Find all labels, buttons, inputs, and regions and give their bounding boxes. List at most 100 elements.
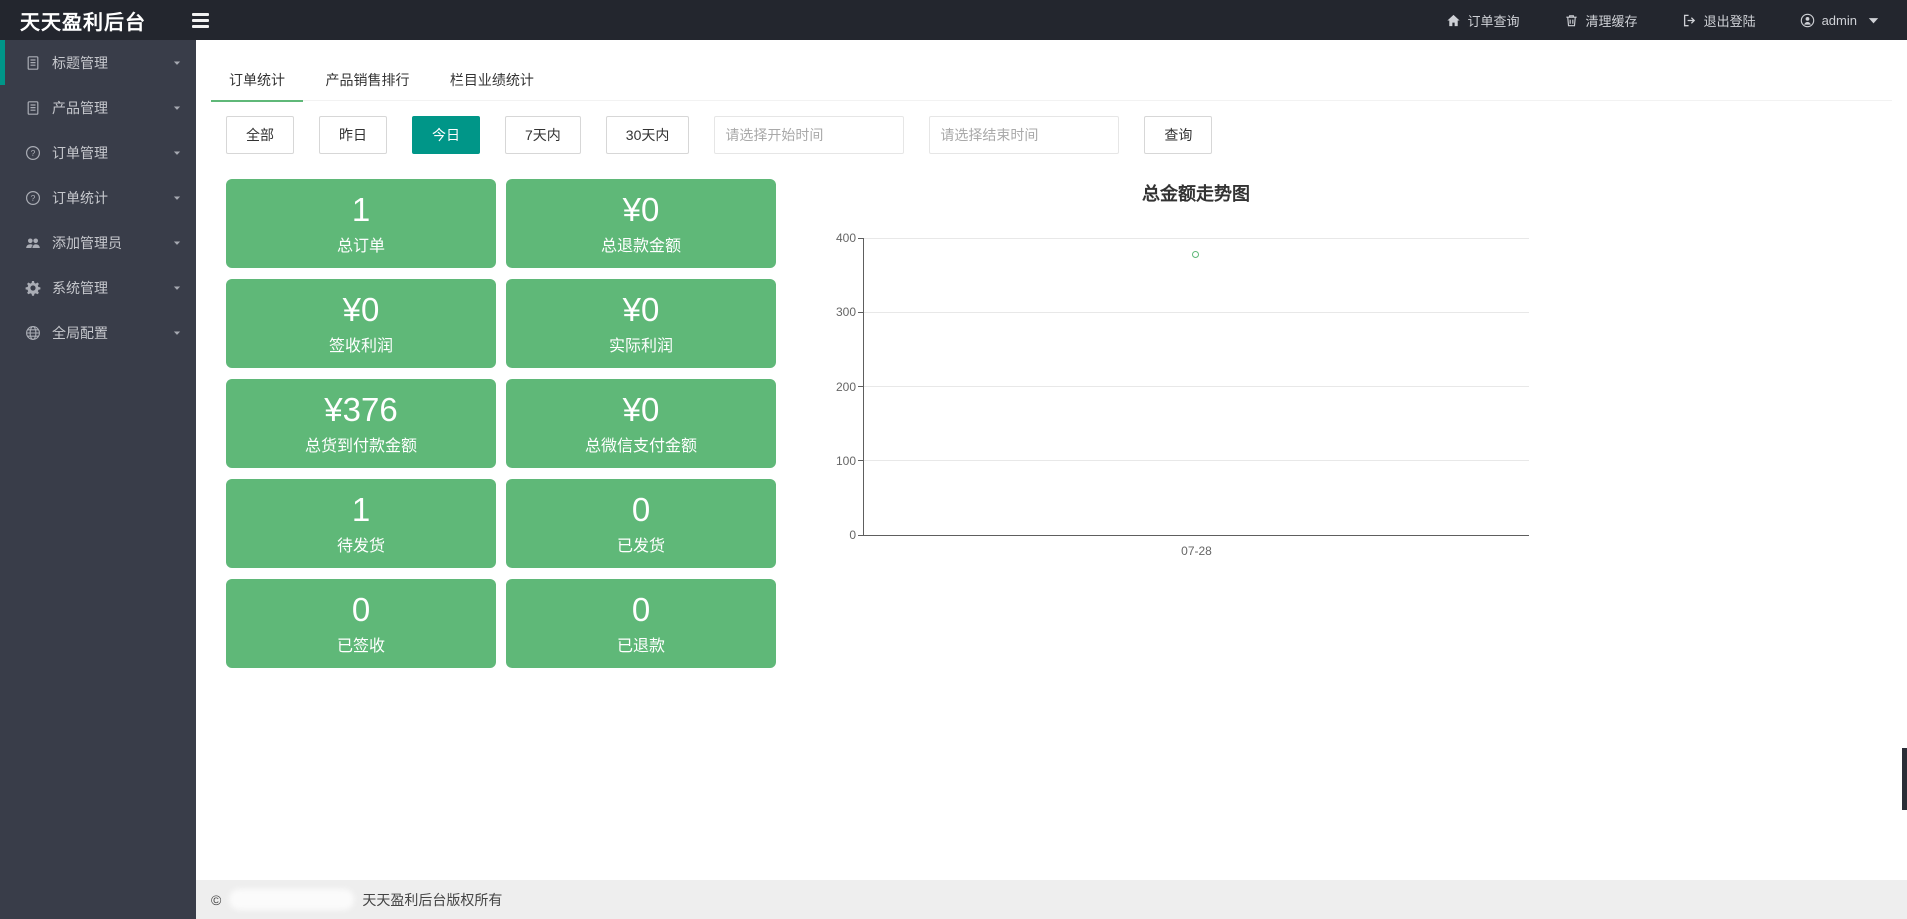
main-content: 订单统计 产品销售排行 栏目业绩统计 全部 昨日 今日 7天内 30天内 查询 …	[196, 40, 1907, 880]
nav-username: admin	[1822, 13, 1857, 28]
stat-label: 签收利润	[329, 332, 393, 356]
stat-card-cod-amount: ¥376 总货到付款金额	[226, 379, 496, 468]
stat-card-shipped: 0 已发货	[506, 479, 776, 568]
top-header: 天天盈利后台 订单查询 清理缓存 退出登陆 admin	[0, 0, 1907, 40]
sidebar-item-label: 标题管理	[52, 53, 108, 73]
question-circle-icon: ?	[25, 145, 41, 161]
y-axis-tick-label: 0	[820, 527, 856, 543]
nav-logout[interactable]: 退出登陆	[1682, 11, 1756, 30]
footer: © 天天盈利后台版权所有	[196, 880, 1907, 919]
filter-yesterday-button[interactable]: 昨日	[319, 116, 387, 154]
end-time-input[interactable]	[929, 116, 1119, 154]
y-axis-tick-label: 400	[820, 230, 856, 246]
caret-down-icon	[1866, 13, 1881, 28]
nav-order-search[interactable]: 订单查询	[1446, 11, 1520, 30]
redacted-text-block	[229, 889, 354, 910]
chart-plot-area: 010020030040007-28	[863, 238, 1529, 536]
logout-icon	[1682, 13, 1697, 28]
stat-cards: 1 总订单 ¥0 总退款金额 ¥0 签收利润 ¥0 实际利润 ¥376 总货到付…	[226, 179, 776, 668]
stat-card-total-refund: ¥0 总退款金额	[506, 179, 776, 268]
total-amount-trend-chart: 总金额走势图 010020030040007-28	[863, 180, 1529, 536]
users-icon	[25, 235, 41, 251]
stat-label: 实际利润	[609, 332, 673, 356]
filter-30days-button[interactable]: 30天内	[606, 116, 690, 154]
nav-label: 退出登陆	[1704, 11, 1756, 30]
y-axis-tick	[858, 460, 864, 461]
stat-card-wechat-amount: ¥0 总微信支付金额	[506, 379, 776, 468]
y-axis-tick-label: 100	[820, 453, 856, 469]
globe-icon	[25, 325, 41, 341]
menu-toggle-icon[interactable]	[192, 7, 222, 33]
sidebar-item-label: 全局配置	[52, 323, 108, 343]
home-icon	[1446, 13, 1461, 28]
stat-card-signed: 0 已签收	[226, 579, 496, 668]
stat-label: 总退款金额	[601, 232, 681, 256]
chart-title: 总金额走势图	[863, 180, 1529, 204]
header-nav: 订单查询 清理缓存 退出登陆 admin	[1402, 11, 1907, 30]
nav-label: 订单查询	[1468, 11, 1520, 30]
user-circle-icon	[1800, 13, 1815, 28]
search-button[interactable]: 查询	[1144, 116, 1212, 154]
nav-user-menu[interactable]: admin	[1800, 13, 1881, 28]
sidebar-item-system-management[interactable]: 系统管理	[0, 265, 196, 310]
y-axis-tick	[858, 312, 864, 313]
y-axis-tick	[858, 238, 864, 239]
sidebar-item-order-stats[interactable]: ? 订单统计	[0, 175, 196, 220]
filter-all-button[interactable]: 全部	[226, 116, 294, 154]
copyright-text: 天天盈利后台版权所有	[362, 890, 502, 910]
stat-card-total-orders: 1 总订单	[226, 179, 496, 268]
stat-card-refunded: 0 已退款	[506, 579, 776, 668]
stat-label: 待发货	[337, 532, 385, 556]
sidebar-item-order-management[interactable]: ? 订单管理	[0, 130, 196, 175]
vertical-scrollbar-thumb[interactable]	[1902, 748, 1907, 810]
tab-product-sales-ranking[interactable]: 产品销售排行	[307, 61, 427, 100]
sidebar-item-label: 订单统计	[52, 188, 108, 208]
stat-value: ¥376	[324, 392, 397, 428]
caret-down-icon	[172, 283, 182, 293]
app-title: 天天盈利后台	[0, 6, 178, 35]
sidebar-item-label: 订单管理	[52, 143, 108, 163]
filter-7days-button[interactable]: 7天内	[505, 116, 581, 154]
sidebar-item-title-management[interactable]: 标题管理	[0, 40, 196, 85]
chart-gridline	[864, 238, 1529, 239]
nav-label: 清理缓存	[1586, 11, 1638, 30]
tab-bar: 订单统计 产品销售排行 栏目业绩统计	[211, 61, 1892, 101]
tab-order-stats[interactable]: 订单统计	[211, 61, 303, 102]
svg-text:?: ?	[31, 193, 36, 203]
stat-value: 0	[632, 592, 650, 628]
sidebar-item-label: 添加管理员	[52, 233, 122, 253]
gear-icon	[25, 280, 41, 296]
caret-down-icon	[172, 103, 182, 113]
sidebar: 标题管理 产品管理 ? 订单管理 ? 订单统计 添加管理员 系统管理 全局配置	[0, 40, 196, 919]
file-icon	[25, 100, 41, 116]
stat-label: 已退款	[617, 632, 665, 656]
chart-gridline	[864, 460, 1529, 461]
stat-value: ¥0	[623, 392, 660, 428]
y-axis-tick	[858, 386, 864, 387]
stat-label: 总订单	[337, 232, 385, 256]
stat-label: 已发货	[617, 532, 665, 556]
stat-label: 总微信支付金额	[585, 432, 697, 456]
caret-down-icon	[172, 238, 182, 248]
stat-label: 已签收	[337, 632, 385, 656]
stat-value: 0	[632, 492, 650, 528]
sidebar-item-product-management[interactable]: 产品管理	[0, 85, 196, 130]
question-circle-icon: ?	[25, 190, 41, 206]
filter-today-button[interactable]: 今日	[412, 116, 480, 154]
stat-value: ¥0	[623, 192, 660, 228]
nav-clear-cache[interactable]: 清理缓存	[1564, 11, 1638, 30]
tab-column-performance[interactable]: 栏目业绩统计	[432, 61, 552, 100]
chart-data-point	[1192, 251, 1199, 258]
sidebar-item-label: 产品管理	[52, 98, 108, 118]
sidebar-item-global-config[interactable]: 全局配置	[0, 310, 196, 355]
caret-down-icon	[172, 148, 182, 158]
start-time-input[interactable]	[714, 116, 904, 154]
trash-icon	[1564, 13, 1579, 28]
sidebar-item-add-admin[interactable]: 添加管理员	[0, 220, 196, 265]
y-axis-tick-label: 300	[820, 304, 856, 320]
copyright-symbol: ©	[211, 892, 221, 908]
caret-down-icon	[172, 58, 182, 68]
stat-value: ¥0	[623, 292, 660, 328]
filter-bar: 全部 昨日 今日 7天内 30天内 查询	[226, 116, 1907, 154]
stat-card-signed-profit: ¥0 签收利润	[226, 279, 496, 368]
